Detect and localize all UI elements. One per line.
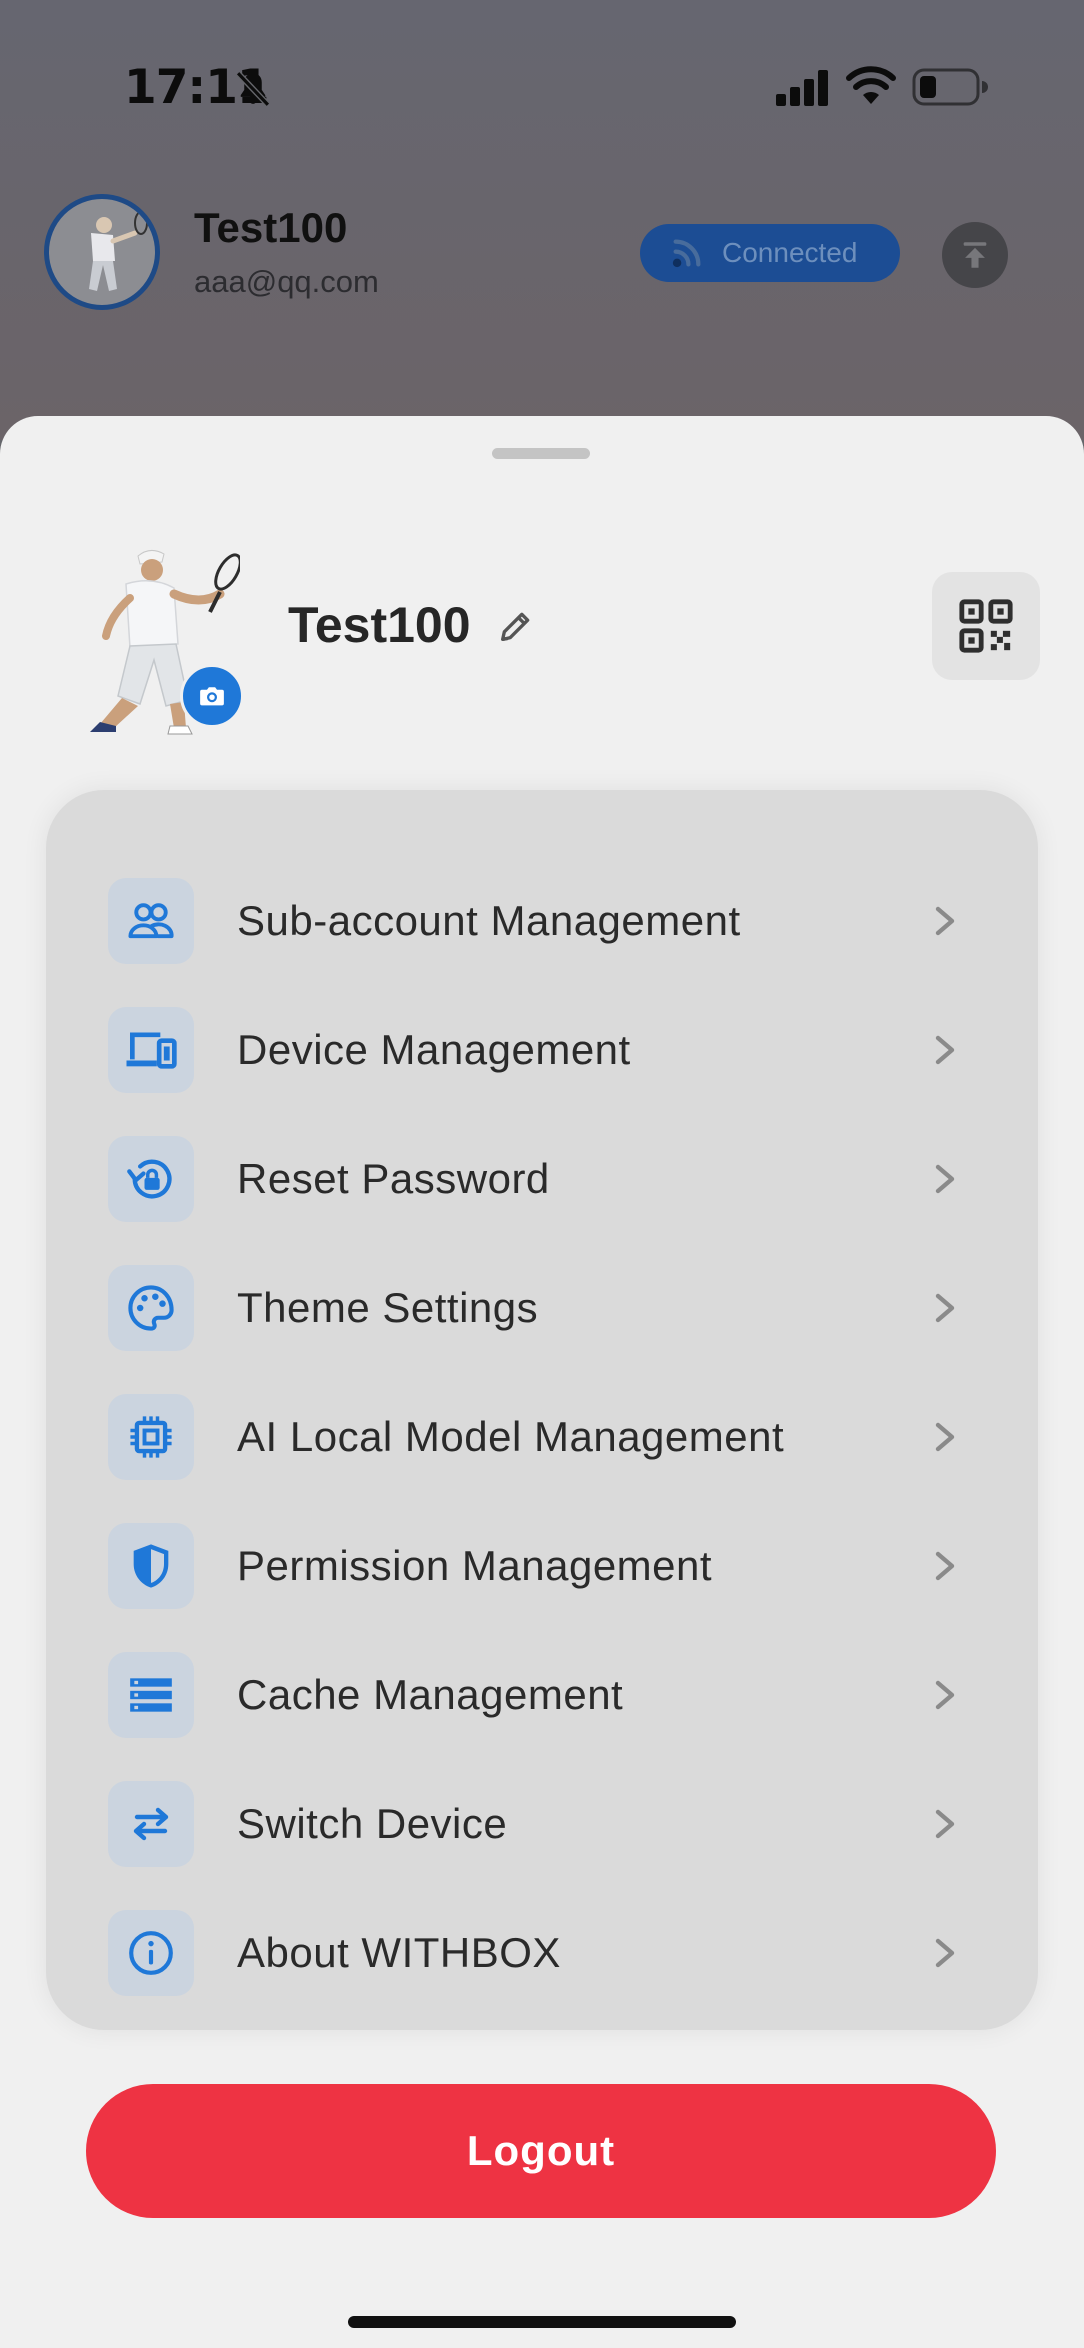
chevron-right-icon (935, 1938, 955, 1967)
menu-icon-box (108, 1909, 194, 1996)
menu-item-cache-management[interactable]: Cache Management (46, 1630, 1038, 1759)
menu-item-label: Device Management (237, 1025, 631, 1073)
menu-item-label: About WITHBOX (237, 1928, 561, 1976)
menu-icon-box (108, 1393, 194, 1480)
camera-icon (200, 687, 224, 706)
menu-icon-box (108, 1135, 194, 1222)
qr-code-button[interactable] (932, 572, 1040, 680)
account-sheet: Test100 Sub-account Management Device Ma… (0, 416, 1084, 2348)
background-page: 17:11 Test100 aaa@qq.com Connected (0, 0, 1084, 440)
menu-item-theme-settings[interactable]: Theme Settings (46, 1243, 1038, 1372)
wifi-icon (846, 66, 896, 104)
connection-status-badge[interactable]: Connected (640, 224, 900, 282)
menu-item-sub-account-management[interactable]: Sub-account Management (46, 856, 1038, 985)
background-header: Test100 aaa@qq.com Connected (0, 190, 1084, 320)
menu-item-reset-password[interactable]: Reset Password (46, 1114, 1038, 1243)
menu-item-ai-local-model-management[interactable]: AI Local Model Management (46, 1372, 1038, 1501)
menu-icon-box (108, 1651, 194, 1738)
menu-icon-box (108, 877, 194, 964)
status-bar: 17:11 (0, 0, 1084, 170)
upload-icon (963, 242, 987, 268)
switch-arrows-icon (133, 1807, 169, 1840)
battery-icon (912, 68, 988, 106)
users-icon (128, 902, 174, 938)
chevron-right-icon (935, 1293, 955, 1322)
change-avatar-button[interactable] (180, 664, 244, 728)
menu-icon-box (108, 1006, 194, 1093)
rss-icon (672, 239, 701, 268)
menu-item-switch-device[interactable]: Switch Device (46, 1759, 1038, 1888)
signal-icon (776, 70, 828, 106)
logout-button[interactable]: Logout (86, 2084, 996, 2218)
chevron-right-icon (935, 1164, 955, 1193)
chevron-right-icon (935, 1680, 955, 1709)
devices-icon (126, 1032, 177, 1069)
qr-code-icon (959, 599, 1013, 653)
menu-icon-box (108, 1780, 194, 1867)
upload-button[interactable] (942, 222, 1008, 288)
chevron-right-icon (935, 1551, 955, 1580)
chevron-right-icon (935, 906, 955, 935)
menu-icon-box (108, 1522, 194, 1609)
shield-icon (133, 1543, 169, 1588)
menu-item-about-withbox[interactable]: About WITHBOX (46, 1888, 1038, 2017)
chevron-right-icon (935, 1035, 955, 1064)
menu-item-label: Sub-account Management (237, 896, 741, 944)
connection-status-text: Connected (722, 237, 858, 268)
menu-item-label: Cache Management (237, 1670, 624, 1718)
menu-item-label: Theme Settings (237, 1283, 539, 1331)
header-email: aaa@qq.com (194, 264, 379, 299)
info-icon (129, 1930, 173, 1975)
bell-slash-icon (235, 71, 271, 107)
palette-icon (128, 1284, 174, 1331)
pencil-icon[interactable] (496, 606, 536, 646)
menu-item-label: Switch Device (237, 1799, 508, 1847)
menu-item-label: Reset Password (237, 1154, 550, 1202)
menu-icon-box (108, 1264, 194, 1351)
header-username: Test100 (194, 204, 348, 251)
chevron-right-icon (935, 1809, 955, 1838)
menu-item-device-management[interactable]: Device Management (46, 985, 1038, 1114)
home-indicator (348, 2316, 736, 2328)
list-icon (130, 1677, 172, 1712)
header-avatar (44, 194, 160, 310)
sheet-grabber[interactable] (492, 448, 590, 459)
menu-item-permission-management[interactable]: Permission Management (46, 1501, 1038, 1630)
chevron-right-icon (935, 1422, 955, 1451)
profile-name: Test100 (288, 597, 471, 653)
menu-item-label: Permission Management (237, 1541, 713, 1589)
reset-lock-icon (127, 1159, 172, 1199)
settings-menu: Sub-account Management Device Management (46, 790, 1038, 2030)
menu-item-label: AI Local Model Management (237, 1412, 785, 1460)
chip-icon (130, 1415, 172, 1458)
